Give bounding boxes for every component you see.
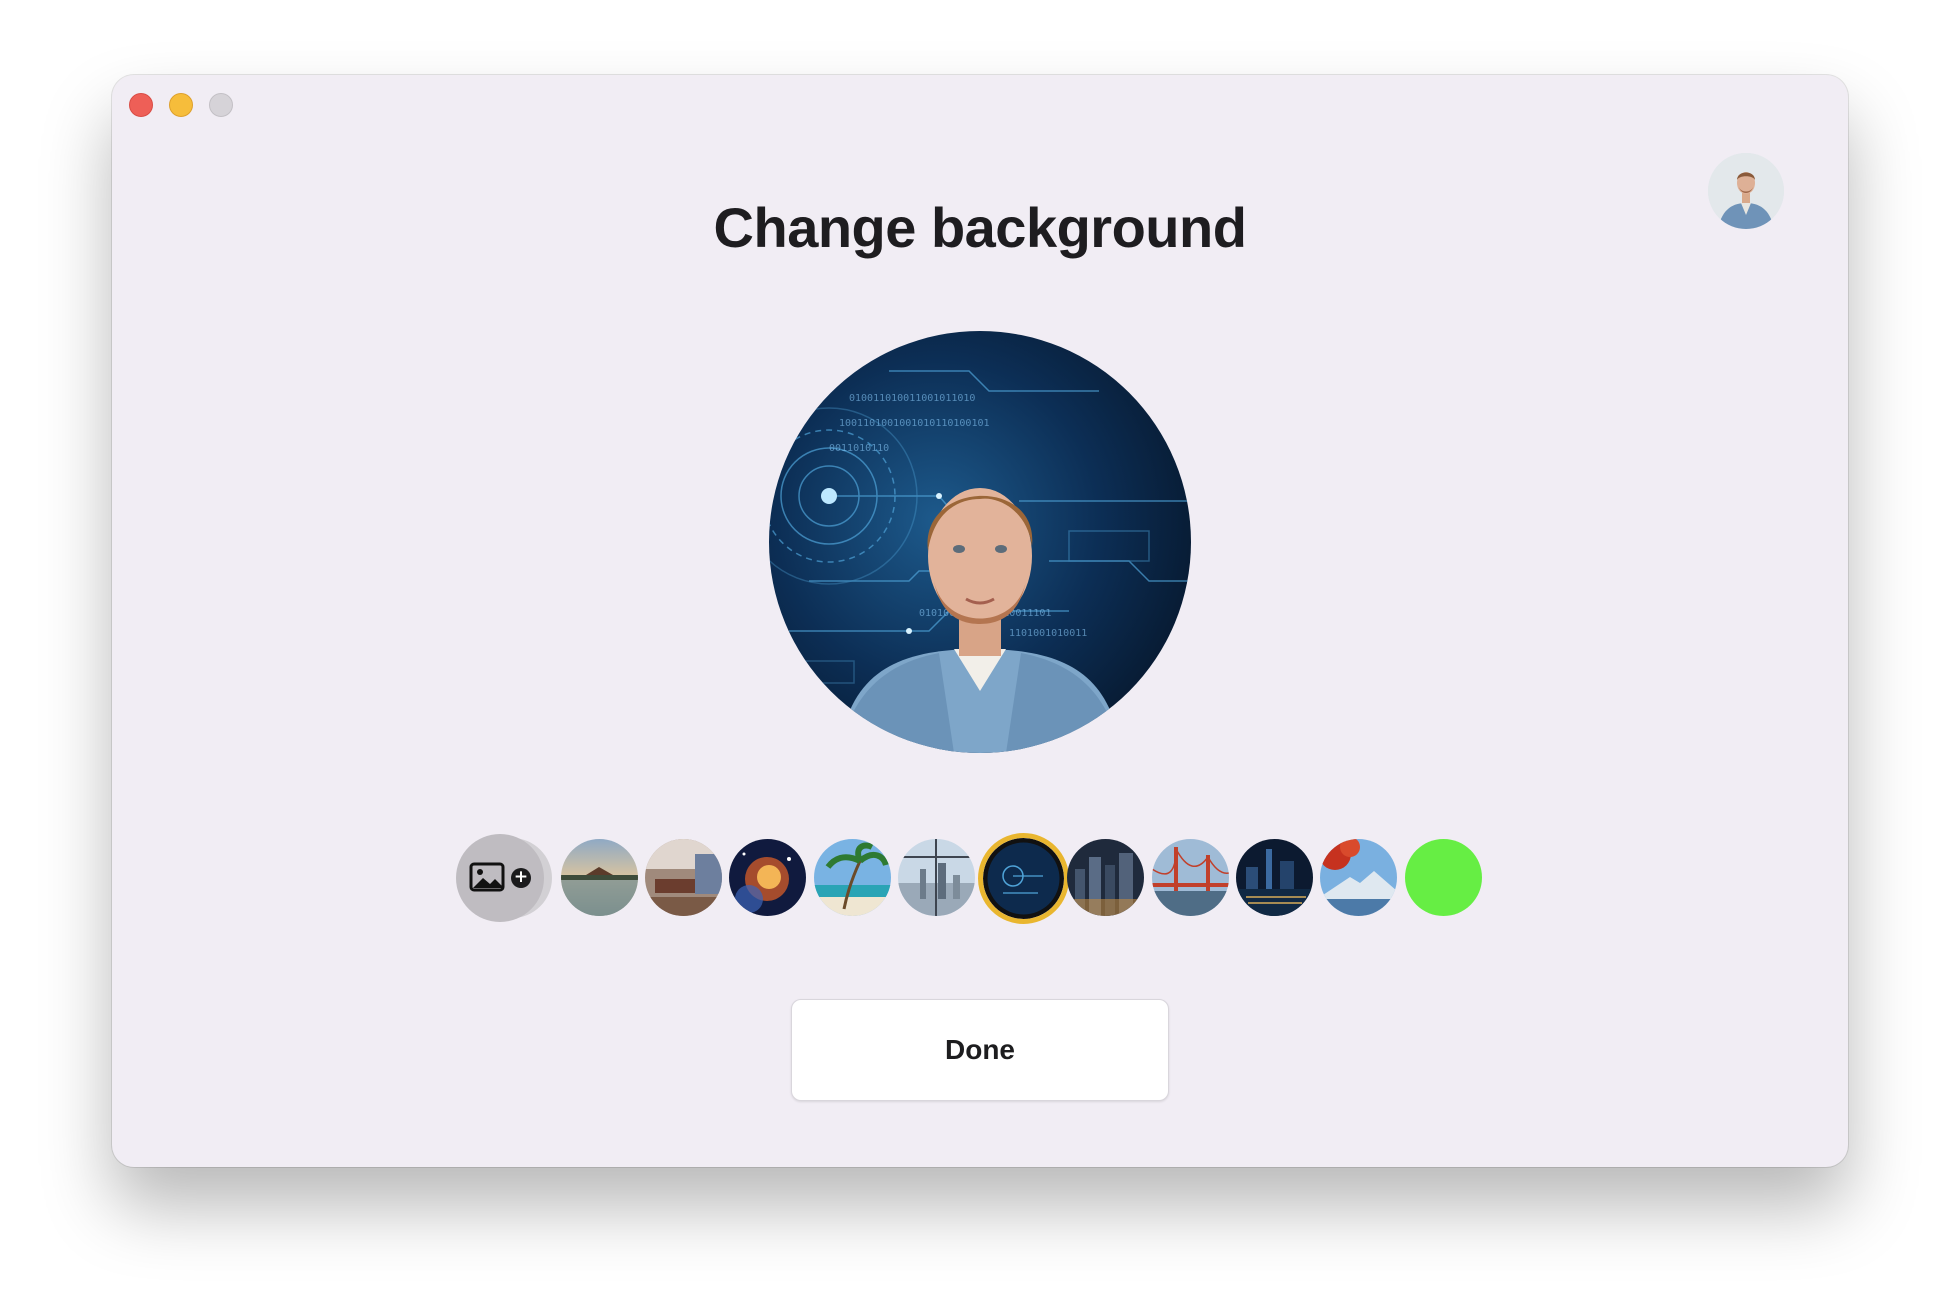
svg-text:1001101001001010110100101: 1001101001001010110100101	[839, 418, 990, 429]
maximize-window-button[interactable]	[209, 93, 233, 117]
plus-icon: +	[511, 868, 531, 888]
background-thumb-modern-interior[interactable]	[645, 839, 722, 916]
add-image-icon	[469, 862, 505, 897]
background-preview: 010011010011001011010 100110100100101011…	[769, 331, 1191, 753]
background-thumb-tech[interactable]	[978, 833, 1069, 924]
background-thumb-mountain[interactable]	[1320, 839, 1397, 916]
svg-text:010011010011001011010: 010011010011001011010	[849, 393, 975, 404]
minimize-window-button[interactable]	[169, 93, 193, 117]
done-button[interactable]: Done	[791, 999, 1169, 1101]
background-thumb-city-night[interactable]	[1067, 839, 1144, 916]
background-thumb-golden-gate[interactable]	[1152, 839, 1229, 916]
svg-text:1101001010011: 1101001010011	[1009, 628, 1087, 639]
background-thumb-palace-lake[interactable]	[561, 839, 638, 916]
background-thumb-city-window[interactable]	[898, 839, 975, 916]
background-thumb-green-screen[interactable]	[1405, 839, 1482, 916]
close-window-button[interactable]	[129, 93, 153, 117]
page-title: Change background	[713, 196, 1247, 259]
svg-text:0011010110: 0011010110	[829, 443, 889, 454]
change-background-window: Change background 010011010011001011010 …	[112, 75, 1848, 1167]
background-thumb-space[interactable]	[729, 839, 806, 916]
background-thumb-beach[interactable]	[814, 839, 891, 916]
add-background-button[interactable]: +	[456, 834, 544, 922]
window-controls	[129, 93, 233, 117]
background-thumb-skyline[interactable]	[1236, 839, 1313, 916]
